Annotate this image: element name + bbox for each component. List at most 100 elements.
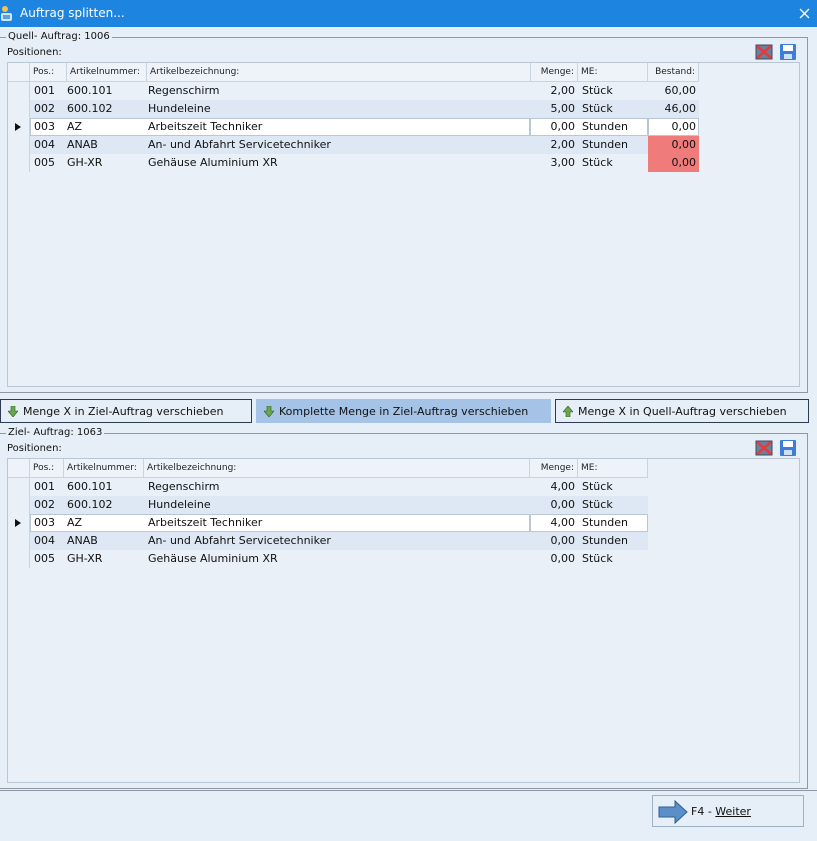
cell-pos: 005 — [34, 552, 55, 565]
clear-icon[interactable] — [755, 439, 773, 457]
cell-me: Stück — [582, 480, 613, 493]
arrow-down-icon — [264, 406, 274, 417]
cell-bestand-warning: 0,00 — [648, 136, 699, 154]
cell-menge: 2,00 — [550, 84, 576, 97]
table-row[interactable]: 001 600.101 Regenschirm 4,00 Stück — [8, 478, 799, 496]
table-row-selected[interactable]: 003 AZ Arbeitszeit Techniker 4,00 Stunde… — [8, 514, 799, 532]
target-order-legend: Ziel- Auftrag: 1063 — [6, 427, 105, 438]
cell-artikelnummer: 600.102 — [67, 102, 113, 115]
header-artikelbezeichnung[interactable]: Artikelbezeichnung: — [147, 63, 531, 82]
row-indicator — [8, 550, 30, 568]
source-positions-caption: Positionen: — [7, 47, 62, 58]
cell-me: Stück — [582, 498, 613, 511]
cell-artikelnummer: AZ — [67, 120, 83, 133]
window-title: Auftrag splitten... — [20, 6, 125, 20]
cell-artikelnummer: GH-XR — [67, 156, 103, 169]
next-button[interactable]: F4 - Weiter — [652, 795, 804, 827]
header-me[interactable]: ME: — [578, 63, 648, 82]
cell-artikelnummer: ANAB — [67, 138, 98, 151]
table-row[interactable]: 002 600.102 Hundeleine 5,00 Stück 46,00 — [8, 100, 799, 118]
header-menge[interactable]: Menge: — [530, 459, 578, 478]
cell-artikelbezeichnung: Hundeleine — [148, 498, 211, 511]
header-artikelbezeichnung[interactable]: Artikelbezeichnung: — [144, 459, 530, 478]
cell-artikelnummer: GH-XR — [67, 552, 103, 565]
cell-me: Stück — [582, 102, 613, 115]
cell-menge[interactable]: 4,00 — [531, 514, 578, 532]
table-row[interactable]: 001 600.101 Regenschirm 2,00 Stück 60,00 — [8, 82, 799, 100]
source-positions-grid: Pos.: Artikelnummer: Artikelbezeichnung:… — [7, 62, 800, 387]
table-row[interactable]: 004 ANAB An- und Abfahrt Servicetechnike… — [8, 136, 799, 154]
header-artikelnummer[interactable]: Artikelnummer: — [64, 459, 144, 478]
cell-menge: 5,00 — [550, 102, 576, 115]
cell-me: Stück — [582, 84, 613, 97]
table-row-selected[interactable]: 003 AZ Arbeitszeit Techniker 0,00 Stunde… — [8, 118, 799, 136]
cell-artikelbezeichnung: Hundeleine — [148, 102, 211, 115]
cell-bestand: 46,00 — [664, 102, 697, 115]
table-row[interactable]: 004 ANAB An- und Abfahrt Servicetechnike… — [8, 532, 799, 550]
header-pos[interactable]: Pos.: — [30, 63, 67, 82]
header-menge[interactable]: Menge: — [531, 63, 578, 82]
cell-artikelnummer: 600.101 — [67, 480, 113, 493]
cell-pos: 004 — [34, 138, 55, 151]
cell-bestand: 0,00 — [671, 120, 697, 133]
cell-artikelbezeichnung: An- und Abfahrt Servicetechniker — [148, 138, 331, 151]
cell-me: Stunden — [582, 138, 628, 151]
save-icon[interactable] — [779, 439, 797, 457]
move-x-to-target-label: Menge X in Ziel-Auftrag verschieben — [23, 405, 224, 418]
header-pos[interactable]: Pos.: — [30, 459, 64, 478]
row-indicator — [8, 118, 30, 136]
table-row[interactable]: 005 GH-XR Gehäuse Aluminium XR 0,00 Stüc… — [8, 550, 799, 568]
cell-menge: 2,00 — [550, 138, 576, 151]
cell-me: Stück — [582, 552, 613, 565]
cell-pos: 003 — [34, 120, 55, 133]
row-indicator — [8, 100, 30, 118]
cell-pos: 004 — [34, 534, 55, 547]
cell-menge[interactable]: 0,00 — [531, 118, 578, 136]
next-key-label: F4 - — [691, 805, 716, 818]
current-row-arrow-icon — [15, 123, 21, 131]
next-text-label: Weiter — [715, 805, 751, 818]
cell-artikelbezeichnung: An- und Abfahrt Servicetechniker — [148, 534, 331, 547]
cell-artikelbezeichnung: Arbeitszeit Techniker — [148, 516, 263, 529]
cell-artikelbezeichnung: Gehäuse Aluminium XR — [148, 156, 278, 169]
cell-artikelbezeichnung: Gehäuse Aluminium XR — [148, 552, 278, 565]
row-indicator — [8, 514, 30, 532]
cell-me: Stunden — [582, 120, 628, 133]
header-artikelnummer[interactable]: Artikelnummer: — [67, 63, 147, 82]
clear-icon[interactable] — [755, 43, 773, 61]
header-indicator — [8, 459, 30, 478]
cell-pos: 002 — [34, 102, 55, 115]
cell-me: Stück — [582, 156, 613, 169]
cell-artikelbezeichnung: Arbeitszeit Techniker — [148, 120, 263, 133]
close-icon[interactable] — [793, 0, 817, 27]
row-indicator — [8, 496, 30, 514]
cell-pos: 003 — [34, 516, 55, 529]
cell-pos: 002 — [34, 498, 55, 511]
header-me[interactable]: ME: — [578, 459, 648, 478]
current-row-arrow-icon — [15, 519, 21, 527]
cell-me: Stunden — [582, 534, 628, 547]
row-indicator — [8, 532, 30, 550]
save-icon[interactable] — [779, 43, 797, 61]
move-x-to-source-label: Menge X in Quell-Auftrag verschieben — [578, 405, 787, 418]
table-row[interactable]: 002 600.102 Hundeleine 0,00 Stück — [8, 496, 799, 514]
cell-artikelnummer: 600.101 — [67, 84, 113, 97]
cell-menge: 0,00 — [550, 552, 576, 565]
app-icon — [1, 6, 12, 21]
cell-bestand: 60,00 — [664, 84, 697, 97]
header-bestand[interactable]: Bestand: — [648, 63, 699, 82]
move-all-to-target-button[interactable]: Komplette Menge in Ziel-Auftrag verschie… — [256, 399, 551, 423]
move-x-to-source-button[interactable]: Menge X in Quell-Auftrag verschieben — [555, 399, 809, 423]
table-row[interactable]: 005 GH-XR Gehäuse Aluminium XR 3,00 Stüc… — [8, 154, 799, 172]
row-indicator — [8, 478, 30, 496]
cell-menge: 4,00 — [550, 480, 576, 493]
title-bar: Auftrag splitten... — [0, 0, 817, 27]
move-x-to-target-button[interactable]: Menge X in Ziel-Auftrag verschieben — [0, 399, 252, 423]
arrow-down-icon — [8, 406, 18, 417]
source-grid-header: Pos.: Artikelnummer: Artikelbezeichnung:… — [8, 63, 799, 82]
row-indicator — [8, 154, 30, 172]
header-indicator — [8, 63, 30, 82]
cell-pos: 001 — [34, 480, 55, 493]
cell-pos: 001 — [34, 84, 55, 97]
cell-artikelnummer: AZ — [67, 516, 83, 529]
